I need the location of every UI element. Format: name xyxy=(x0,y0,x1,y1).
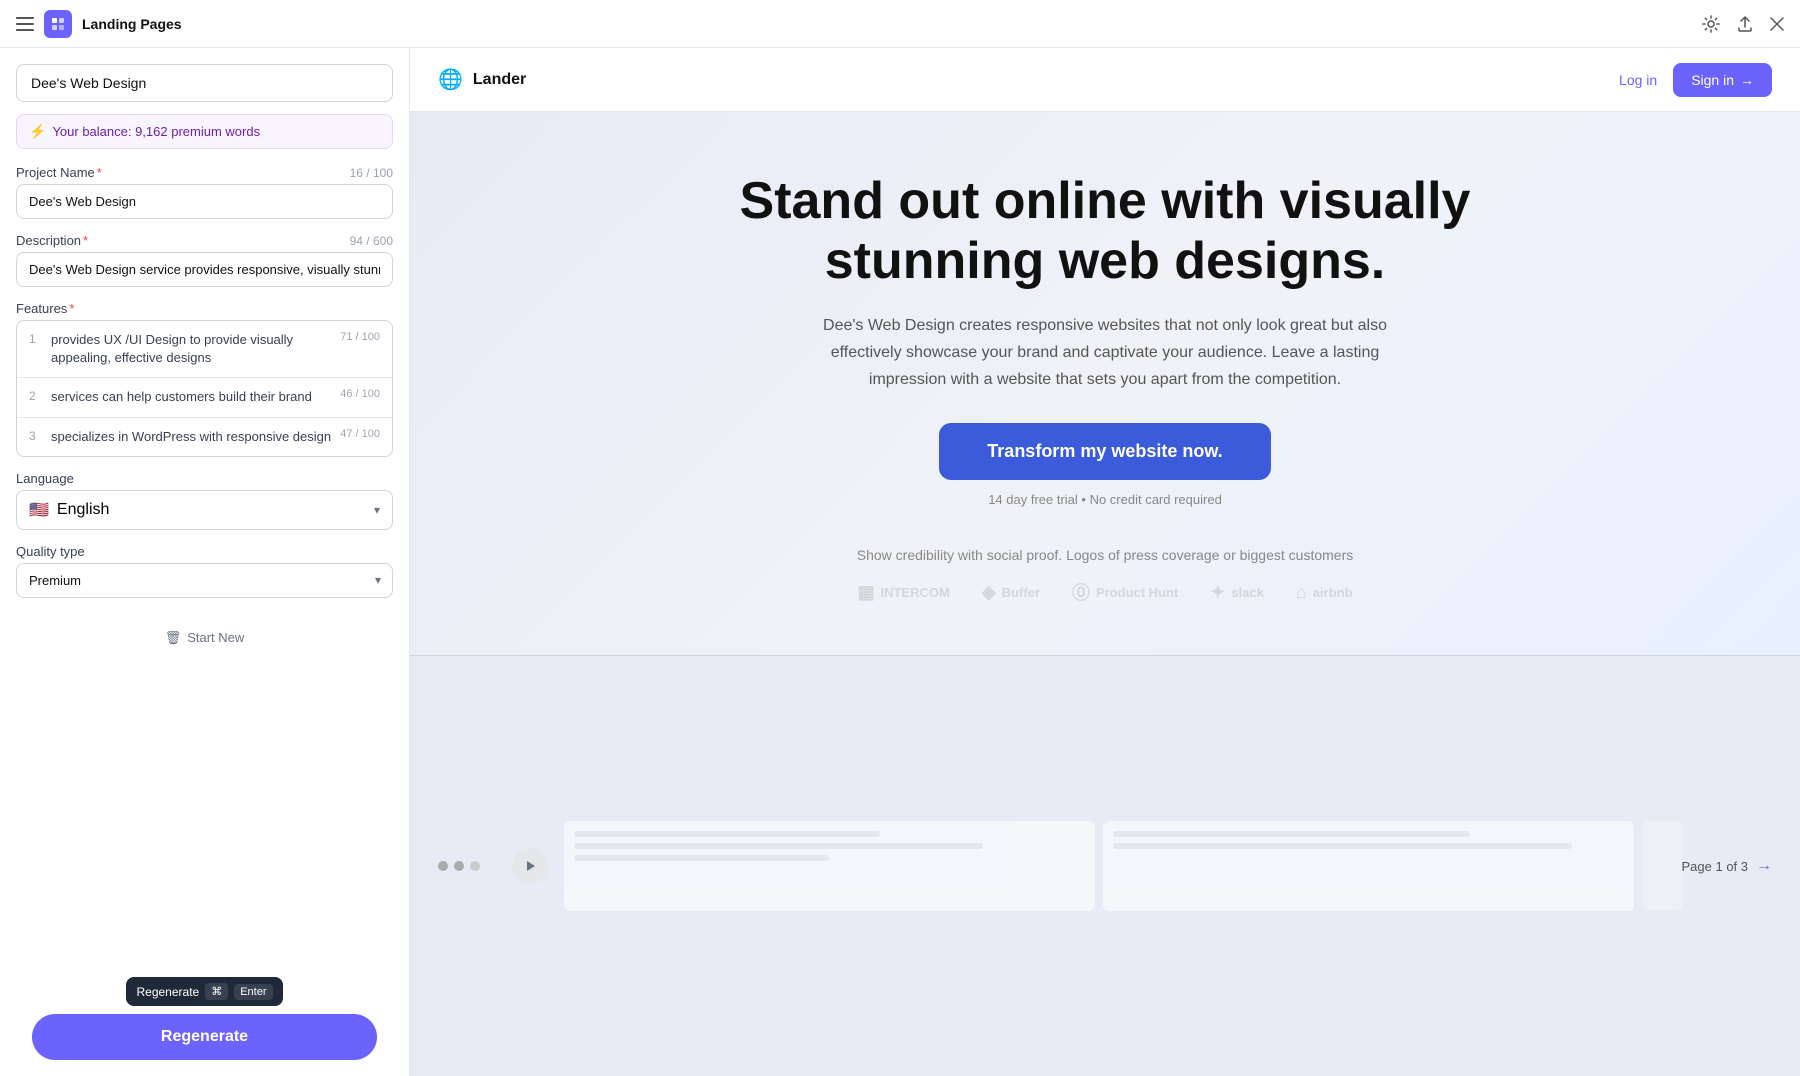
page-next-button[interactable]: → xyxy=(1756,857,1772,875)
logo-buffer: ◈ Buffer xyxy=(982,582,1040,603)
feature-item-3[interactable]: 3 specializes in WordPress with responsi… xyxy=(17,418,392,456)
balance-row: ⚡ Your balance: 9,162 premium words xyxy=(16,114,393,149)
preview-hero: Stand out online with visually stunning … xyxy=(410,112,1800,655)
quality-select[interactable]: Premium Standard xyxy=(16,563,393,598)
app-title: Landing Pages xyxy=(82,16,182,32)
language-value: English xyxy=(57,501,109,519)
preview-scroll-area: 🌐 Lander Log in Sign in → Stand out onli… xyxy=(410,48,1800,1076)
language-select[interactable]: 🇺🇸 English ▾ xyxy=(16,490,393,530)
title-bar-actions xyxy=(1702,15,1784,33)
intercom-icon: ▦ xyxy=(857,582,874,603)
preview-bottom: Page 1 of 3 → xyxy=(410,655,1800,1076)
language-field: Language 🇺🇸 English ▾ xyxy=(16,471,393,530)
preview-nav: Log in Sign in → xyxy=(1619,63,1772,97)
project-name-input[interactable] xyxy=(16,184,393,219)
preview-bottom-cards xyxy=(438,821,1682,911)
description-input[interactable] xyxy=(16,252,393,287)
slack-icon: ✦ xyxy=(1210,582,1225,603)
us-flag-icon: 🇺🇸 xyxy=(29,500,49,520)
feature-text-3: specializes in WordPress with responsive… xyxy=(51,428,332,446)
hero-subtitle: Dee's Web Design creates responsive webs… xyxy=(815,312,1395,394)
preview-navbar: 🌐 Lander Log in Sign in → xyxy=(410,48,1800,112)
logo-intercom: ▦ INTERCOM xyxy=(857,582,949,603)
hero-cta-button[interactable]: Transform my website now. xyxy=(939,423,1270,480)
hamburger-menu-button[interactable] xyxy=(16,17,34,31)
quality-field: Quality type Premium Standard ▾ xyxy=(16,544,393,598)
login-link[interactable]: Log in xyxy=(1619,72,1657,88)
project-name-field: Project Name* 16 / 100 xyxy=(16,165,393,219)
trash-icon: 🗑 xyxy=(165,630,182,646)
quality-label: Quality type xyxy=(16,544,85,559)
signup-button[interactable]: Sign in → xyxy=(1673,63,1772,97)
app-icon xyxy=(44,10,72,38)
left-panel: Dee's Web Design ⚡ Your balance: 9,162 p… xyxy=(0,48,410,1076)
description-field: Description* 94 / 600 xyxy=(16,233,393,287)
feature-text-2: services can help customers build their … xyxy=(51,388,332,406)
description-label: Description* xyxy=(16,233,88,248)
balance-icon: ⚡ xyxy=(29,123,46,140)
start-new-button[interactable]: 🗑 Start New xyxy=(16,620,393,656)
globe-icon: 🌐 xyxy=(438,67,463,92)
page-indicator: Page 1 of 3 → xyxy=(1682,857,1773,875)
preview-brand: 🌐 Lander xyxy=(438,67,526,92)
regenerate-area: Regenerate ⌘ Enter Regenerate xyxy=(16,965,393,1060)
hero-trial-text: 14 day free trial • No credit card requi… xyxy=(490,492,1720,507)
features-label: Features* xyxy=(16,301,74,316)
logo-slack: ✦ slack xyxy=(1210,582,1264,603)
kbd-enter: Enter xyxy=(234,984,272,1000)
regenerate-button[interactable]: Regenerate xyxy=(32,1014,377,1060)
play-button[interactable] xyxy=(512,848,548,884)
settings-button[interactable] xyxy=(1702,15,1720,33)
page-label: Page 1 of 3 xyxy=(1682,859,1749,874)
project-name-display: Dee's Web Design xyxy=(16,64,393,102)
balance-text: Your balance: 9,162 premium words xyxy=(52,124,260,139)
preview-brand-name: Lander xyxy=(473,71,526,89)
project-name-label: Project Name* xyxy=(16,165,102,180)
right-panel: 🌐 Lander Log in Sign in → Stand out onli… xyxy=(410,48,1800,1076)
logo-airbnb: ⌂ airbnb xyxy=(1296,582,1353,603)
preview-dots xyxy=(438,861,480,871)
feature-text-1: provides UX /UI Design to provide visual… xyxy=(51,331,332,367)
close-button[interactable] xyxy=(1770,17,1784,31)
share-button[interactable] xyxy=(1736,15,1754,33)
kbd-cmd: ⌘ xyxy=(205,983,228,1000)
title-bar: Landing Pages xyxy=(0,0,1800,48)
project-name-counter: 16 / 100 xyxy=(350,166,393,180)
logo-producthunt: ⓪ Product Hunt xyxy=(1072,579,1178,605)
hero-title: Stand out online with visually stunning … xyxy=(655,172,1555,292)
regenerate-tooltip: Regenerate ⌘ Enter xyxy=(126,977,282,1006)
features-list: 1 provides UX /UI Design to provide visu… xyxy=(16,320,393,457)
language-label: Language xyxy=(16,471,74,486)
title-bar-left: Landing Pages xyxy=(16,10,182,38)
main-layout: Dee's Web Design ⚡ Your balance: 9,162 p… xyxy=(0,48,1800,1076)
social-proof-text: Show credibility with social proof. Logo… xyxy=(490,547,1720,563)
features-field: Features* 1 provides UX /UI Design to pr… xyxy=(16,301,393,457)
description-counter: 94 / 600 xyxy=(350,234,393,248)
producthunt-icon: ⓪ xyxy=(1072,579,1090,605)
airbnb-icon: ⌂ xyxy=(1296,582,1307,603)
feature-item-2[interactable]: 2 services can help customers build thei… xyxy=(17,378,392,417)
logos-row: ▦ INTERCOM ◈ Buffer ⓪ Product Hunt ✦ sla… xyxy=(490,579,1720,605)
feature-item-1[interactable]: 1 provides UX /UI Design to provide visu… xyxy=(17,321,392,378)
language-chevron-icon: ▾ xyxy=(374,503,380,517)
buffer-icon: ◈ xyxy=(982,582,996,603)
